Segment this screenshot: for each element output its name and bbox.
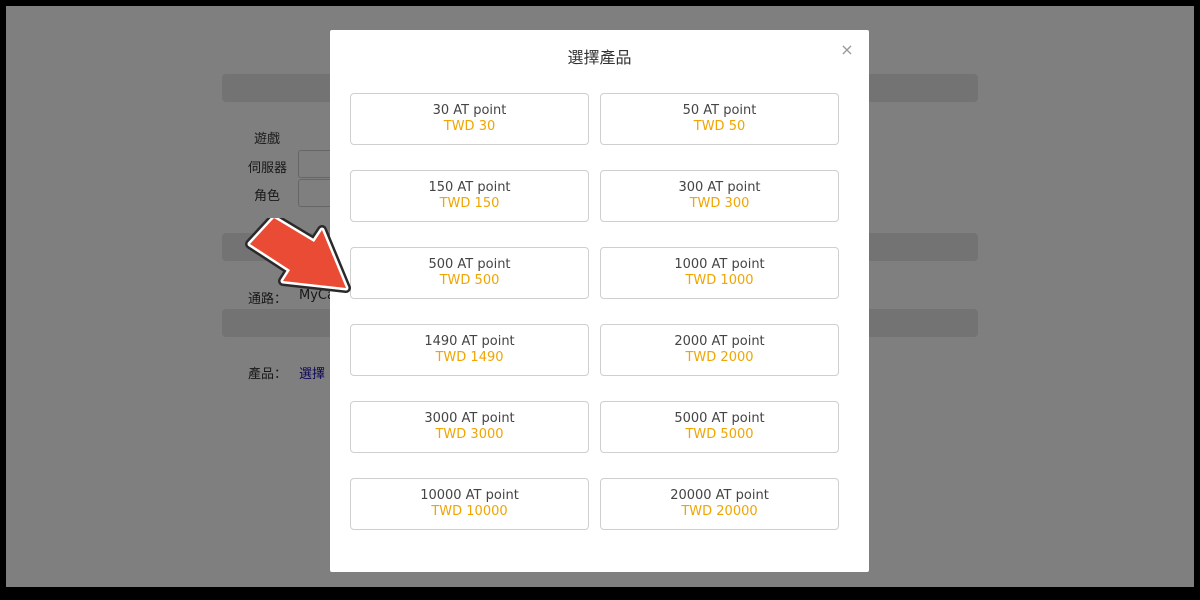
product-price: TWD 20000	[681, 504, 758, 519]
product-name: 300 AT point	[678, 180, 761, 195]
product-option[interactable]: 20000 AT point TWD 20000	[600, 478, 839, 530]
product-name: 150 AT point	[428, 180, 511, 195]
product-option[interactable]: 50 AT point TWD 50	[600, 93, 839, 145]
modal-title: 選擇產品	[567, 48, 632, 67]
product-option[interactable]: 1490 AT point TWD 1490	[350, 324, 589, 376]
product-option[interactable]: 3000 AT point TWD 3000	[350, 401, 589, 453]
product-option[interactable]: 150 AT point TWD 150	[350, 170, 589, 222]
product-name: 10000 AT point	[420, 488, 519, 503]
product-name: 30 AT point	[432, 103, 507, 118]
product-name: 1490 AT point	[424, 334, 515, 349]
product-price: TWD 1000	[685, 273, 754, 288]
product-grid: 30 AT point TWD 30 50 AT point TWD 50 150 AT…	[350, 93, 840, 530]
product-option[interactable]: 10000 AT point TWD 10000	[350, 478, 589, 530]
product-name: 5000 AT point	[674, 411, 765, 426]
product-price: TWD 3000	[435, 427, 504, 442]
product-option[interactable]: 1000 AT point TWD 1000	[600, 247, 839, 299]
product-name: 2000 AT point	[674, 334, 765, 349]
product-price: TWD 150	[439, 196, 500, 211]
product-price: TWD 10000	[431, 504, 508, 519]
close-icon[interactable]: ×	[839, 42, 855, 58]
product-name: 3000 AT point	[424, 411, 515, 426]
product-option[interactable]: 300 AT point TWD 300	[600, 170, 839, 222]
product-price: TWD 50	[693, 119, 746, 134]
product-price: TWD 1490	[435, 350, 504, 365]
screen-frame: 遊戲 伺服器 角色 通路： MyCa 產品： 選擇 選擇產品 × 30 AT p…	[6, 6, 1194, 587]
product-select-modal: 選擇產品 × 30 AT point TWD 30 50 AT point TWD 5…	[330, 30, 869, 572]
product-name: 20000 AT point	[670, 488, 769, 503]
product-price: TWD 300	[689, 196, 750, 211]
product-name: 500 AT point	[428, 257, 511, 272]
product-option[interactable]: 2000 AT point TWD 2000	[600, 324, 839, 376]
product-price: TWD 30	[443, 119, 496, 134]
product-option[interactable]: 30 AT point TWD 30	[350, 93, 589, 145]
product-price: TWD 5000	[685, 427, 754, 442]
product-name: 50 AT point	[682, 103, 757, 118]
product-option[interactable]: 500 AT point TWD 500	[350, 247, 589, 299]
product-option[interactable]: 5000 AT point TWD 5000	[600, 401, 839, 453]
product-name: 1000 AT point	[674, 257, 765, 272]
pointer-arrow-icon	[245, 218, 351, 293]
product-price: TWD 500	[439, 273, 500, 288]
product-price: TWD 2000	[685, 350, 754, 365]
